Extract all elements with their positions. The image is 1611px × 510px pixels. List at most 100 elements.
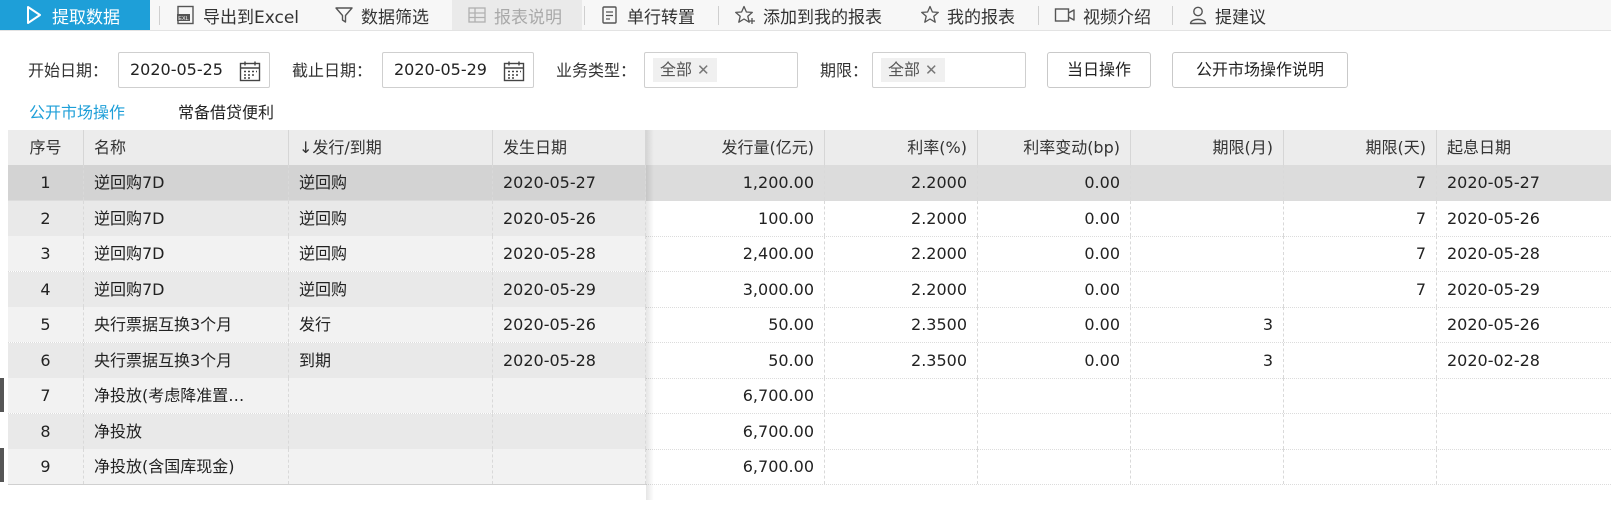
table-cell: 2020-05-28 xyxy=(1447,244,1540,263)
table-cell: 央行票据互换3个月 xyxy=(84,307,289,342)
my-reports-button[interactable]: 我的报表 xyxy=(920,0,1015,30)
open-market-explanation-button[interactable]: 公开市场操作说明 xyxy=(1172,52,1348,88)
table-icon xyxy=(468,7,486,23)
table-cell xyxy=(1437,449,1611,484)
table-cell: 0.00 xyxy=(978,307,1131,342)
table-cell xyxy=(825,449,978,484)
table-cell xyxy=(1131,200,1284,236)
table-cell: 1,200.00 xyxy=(646,165,825,200)
table-header: 序号 名称 ↓发行/到期 发生日期 发行量(亿元) 利率(%) 利率变动(bp)… xyxy=(8,130,1611,165)
column-header[interactable]: 起息日期 xyxy=(1437,130,1611,165)
term-select[interactable]: 全部 ✕ xyxy=(872,52,1026,88)
star-plus-icon xyxy=(735,5,755,24)
suggest-label: 提建议 xyxy=(1215,7,1266,28)
row-transpose-button[interactable]: 单行转置 xyxy=(600,0,695,30)
video-intro-button[interactable]: 视频介绍 xyxy=(1054,0,1151,30)
term-tag-label: 全部 xyxy=(888,60,921,79)
start-date-label: 开始日期： xyxy=(28,61,109,80)
table-cell xyxy=(289,449,493,484)
table-cell: 0.00 xyxy=(978,200,1131,236)
table-cell: 2020-05-28 xyxy=(493,342,646,378)
today-operations-button[interactable]: 当日操作 xyxy=(1047,52,1151,88)
table-cell: 逆回购 xyxy=(289,165,493,200)
table-cell: 0.00 xyxy=(978,342,1131,378)
table-cell: 2020-05-28 xyxy=(493,236,646,271)
table-cell: 2.3500 xyxy=(825,342,978,378)
table-cell xyxy=(289,413,493,449)
remove-tag-icon[interactable]: ✕ xyxy=(697,58,710,82)
table-row[interactable]: 3 逆回购7D 逆回购 2020-05-28 2,400.00 2.2000 0.00 7 20… xyxy=(8,236,1611,272)
calendar-icon[interactable] xyxy=(239,60,261,82)
column-header[interactable]: 期限(天) xyxy=(1284,130,1437,165)
table-cell: 净投放(考虑降准置… xyxy=(84,378,289,413)
table-cell xyxy=(493,378,646,413)
table-cell: 2020-05-27 xyxy=(1447,173,1540,192)
table-cell: 7 xyxy=(1284,271,1437,307)
suggest-button[interactable]: 提建议 xyxy=(1188,0,1266,30)
column-header[interactable]: 利率变动(bp) xyxy=(978,130,1131,165)
table-row[interactable]: 7 净投放(考虑降准置… 6,700.00 xyxy=(8,378,1611,414)
toolbar-divider xyxy=(718,6,719,25)
table-cell: 7 xyxy=(8,378,84,413)
table-row[interactable]: 5 央行票据互换3个月 发行 2020-05-26 50.00 2.3500 0.00 3 20… xyxy=(8,307,1611,343)
row-transpose-label: 单行转置 xyxy=(627,7,695,28)
business-type-tag: 全部 ✕ xyxy=(653,58,717,82)
table-cell: 逆回购7D xyxy=(84,236,289,271)
column-header[interactable]: 期限(月) xyxy=(1131,130,1284,165)
business-type-select[interactable]: 全部 ✕ xyxy=(644,52,798,88)
calendar-icon[interactable] xyxy=(503,60,525,82)
table-cell: 逆回购7D xyxy=(84,165,289,200)
export-excel-button[interactable]: EXL 导出到Excel xyxy=(176,0,299,30)
window-edge xyxy=(0,448,4,482)
column-header[interactable]: 序号 xyxy=(8,130,84,165)
column-header[interactable]: 名称 xyxy=(84,130,289,165)
table-cell: 2,400.00 xyxy=(646,236,825,271)
table-row[interactable]: 6 央行票据互换3个月 到期 2020-05-28 50.00 2.3500 0.00 3 20… xyxy=(8,342,1611,379)
term-label: 期限： xyxy=(820,61,869,80)
add-to-my-reports-button[interactable]: 添加到我的报表 xyxy=(734,0,882,30)
remove-tag-icon[interactable]: ✕ xyxy=(925,58,938,82)
frozen-columns-shadow xyxy=(646,130,654,500)
end-date-input[interactable]: 2020-05-29 xyxy=(382,52,534,88)
tab-standing-lending-facility[interactable]: 常备借贷便利 xyxy=(178,103,274,123)
table-cell: 4 xyxy=(8,271,84,307)
table-cell: 净投放(含国库现金) xyxy=(84,449,289,484)
table-cell: 2020-05-27 xyxy=(493,165,646,200)
svg-text:EXL: EXL xyxy=(178,16,188,22)
column-header[interactable]: ↓发行/到期 xyxy=(289,130,493,165)
table-cell xyxy=(1284,378,1437,413)
report-description-button[interactable]: 报表说明 xyxy=(452,0,582,30)
table-cell: 7 xyxy=(1284,165,1437,200)
data-filter-button[interactable]: 数据筛选 xyxy=(334,0,429,30)
grid-bottom-border xyxy=(8,484,646,485)
table-cell: 发行 xyxy=(289,307,493,342)
table-cell: 100.00 xyxy=(646,200,825,236)
table-row[interactable]: 9 净投放(含国库现金) 6,700.00 xyxy=(8,449,1611,485)
start-date-input[interactable]: 2020-05-25 xyxy=(118,52,270,88)
table-cell: 2.2000 xyxy=(825,200,978,236)
table-cell: 2020-05-29 xyxy=(493,271,646,307)
table-cell: 6,700.00 xyxy=(646,449,825,484)
fetch-data-button[interactable]: 提取数据 xyxy=(0,0,150,30)
table-cell: 7 xyxy=(1284,236,1437,271)
table-row[interactable]: 1 逆回购7D 逆回购 2020-05-27 1,200.00 2.2000 0.00 7 20… xyxy=(8,165,1611,201)
table-cell: 央行票据互换3个月 xyxy=(84,342,289,378)
end-date-value: 2020-05-29 xyxy=(394,60,487,79)
report-description-label: 报表说明 xyxy=(494,7,562,28)
table-cell: 2020-02-28 xyxy=(1447,350,1540,370)
table-cell: 逆回购7D xyxy=(84,200,289,236)
table-row[interactable]: 8 净投放 6,700.00 xyxy=(8,413,1611,450)
column-header[interactable]: 发生日期 xyxy=(493,130,646,165)
table-cell: 50.00 xyxy=(646,307,825,342)
column-header[interactable]: 发行量(亿元) xyxy=(646,130,825,165)
table-cell: 2020-05-26 xyxy=(1447,315,1540,334)
table-cell xyxy=(1131,165,1284,200)
toolbar-divider xyxy=(584,6,585,25)
table-row[interactable]: 4 逆回购7D 逆回购 2020-05-29 3,000.00 2.2000 0.00 7 20… xyxy=(8,271,1611,308)
video-icon xyxy=(1054,8,1075,22)
table-row[interactable]: 2 逆回购7D 逆回购 2020-05-26 100.00 2.2000 0.00 7 2020… xyxy=(8,200,1611,237)
fetch-data-label: 提取数据 xyxy=(52,7,120,28)
tab-open-market-operations[interactable]: 公开市场操作 xyxy=(29,103,125,123)
column-header[interactable]: 利率(%) xyxy=(825,130,978,165)
export-excel-label: 导出到Excel xyxy=(203,7,300,28)
